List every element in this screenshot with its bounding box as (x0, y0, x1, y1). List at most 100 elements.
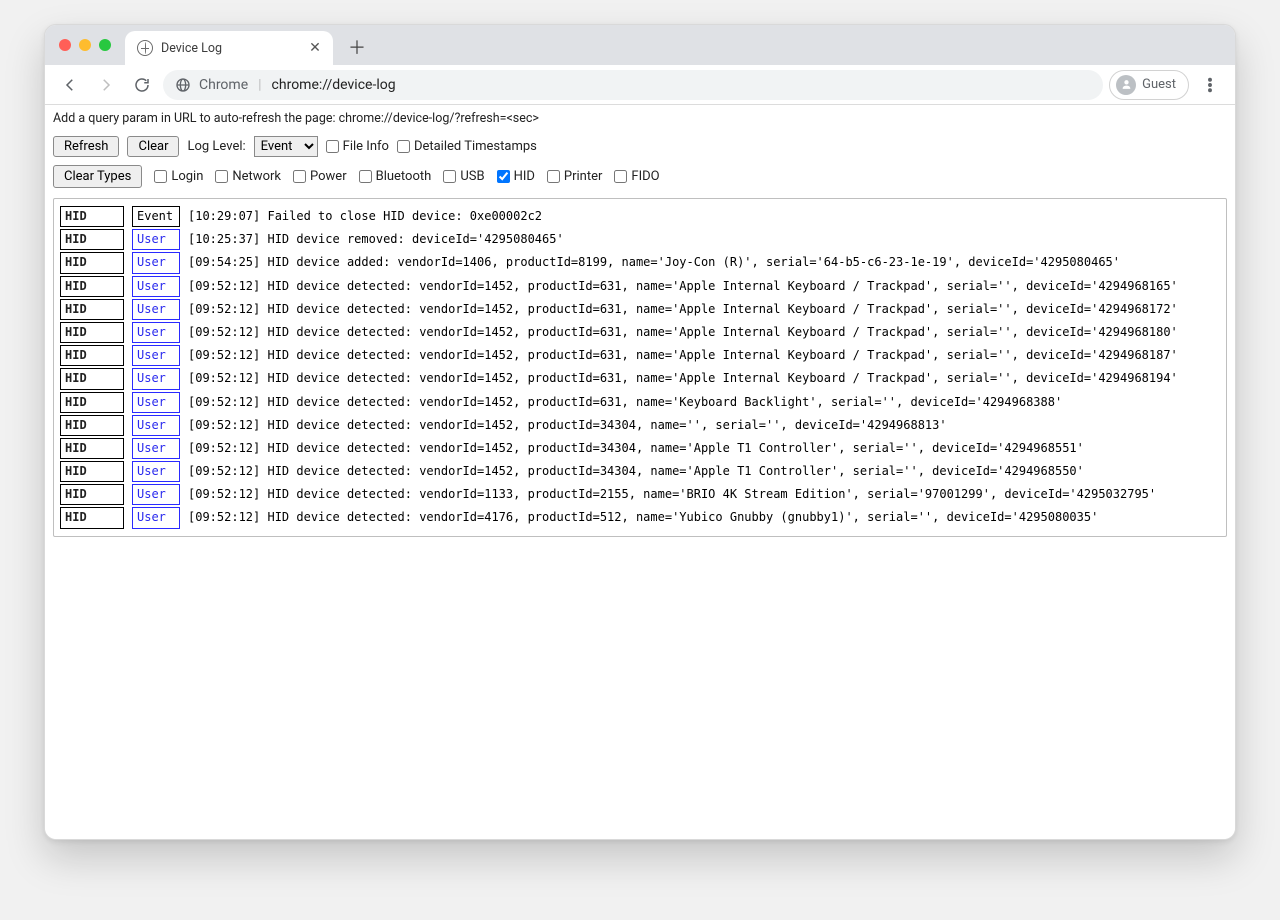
type-toggle-bluetooth[interactable]: Bluetooth (359, 169, 432, 184)
log-tag: HID (60, 206, 124, 227)
refresh-button[interactable]: Refresh (53, 136, 119, 157)
type-toggle-power[interactable]: Power (293, 169, 347, 184)
log-tag: HID (60, 438, 124, 459)
log-tag: HID (60, 276, 124, 297)
type-checkbox-hid[interactable] (497, 170, 510, 183)
log-level: User (132, 322, 180, 343)
type-label: Login (171, 169, 203, 184)
log-row: HIDUser[09:52:12] HID device detected: v… (60, 460, 1220, 483)
log-row: HIDUser[09:52:12] HID device detected: v… (60, 506, 1220, 529)
log-message: Failed to close HID device: 0xe00002c2 (267, 209, 542, 223)
log-message: HID device added: vendorId=1406, product… (267, 255, 1120, 269)
log-text: [10:29:07] Failed to close HID device: 0… (188, 207, 542, 226)
loglevel-label: Log Level: (187, 139, 245, 154)
tab-close-button[interactable]: ✕ (307, 40, 323, 56)
log-row: HIDUser[09:52:12] HID device detected: v… (60, 298, 1220, 321)
page-content: Add a query param in URL to auto-refresh… (45, 105, 1235, 839)
log-timestamp: [09:52:12] (188, 302, 267, 316)
log-level: User (132, 415, 180, 436)
log-tag: HID (60, 415, 124, 436)
type-checkbox-network[interactable] (215, 170, 228, 183)
log-message: HID device detected: vendorId=1452, prod… (267, 371, 1177, 385)
type-toggle-hid[interactable]: HID (497, 169, 535, 184)
log-timestamp: [09:52:12] (188, 325, 267, 339)
log-level: User (132, 276, 180, 297)
clear-types-button[interactable]: Clear Types (53, 165, 142, 188)
kebab-menu-button[interactable] (1195, 70, 1225, 100)
log-text: [09:52:12] HID device detected: vendorId… (188, 485, 1156, 504)
log-tag: HID (60, 229, 124, 250)
type-checkbox-power[interactable] (293, 170, 306, 183)
site-info-icon[interactable] (175, 77, 191, 93)
avatar-icon (1116, 75, 1136, 95)
log-text: [09:52:12] HID device detected: vendorId… (188, 508, 1098, 527)
types-row: Clear Types Login Network Power Bluetooth US… (45, 161, 1235, 196)
type-label: Printer (564, 169, 603, 184)
log-timestamp: [09:52:12] (188, 418, 267, 432)
log-tag: HID (60, 322, 124, 343)
new-tab-button[interactable]: ＋ (343, 33, 371, 61)
url-origin: Chrome (199, 77, 248, 93)
log-row: HIDUser[09:54:25] HID device added: vend… (60, 251, 1220, 274)
back-button[interactable] (55, 70, 85, 100)
log-timestamp: [09:52:12] (188, 464, 267, 478)
log-message: HID device detected: vendorId=1452, prod… (267, 395, 1062, 409)
log-timestamp: [09:52:12] (188, 279, 267, 293)
log-row: HIDUser[09:52:12] HID device detected: v… (60, 414, 1220, 437)
log-message: HID device detected: vendorId=1452, prod… (267, 302, 1177, 316)
type-checkbox-usb[interactable] (443, 170, 456, 183)
window-close-button[interactable] (59, 39, 71, 51)
log-message: HID device detected: vendorId=1452, prod… (267, 325, 1177, 339)
type-label: FIDO (631, 169, 659, 184)
fileinfo-toggle[interactable]: File Info (326, 139, 389, 154)
browser-tab[interactable]: Device Log ✕ (125, 31, 333, 65)
log-text: [09:54:25] HID device added: vendorId=14… (188, 253, 1120, 272)
log-row: HIDUser[09:52:12] HID device detected: v… (60, 483, 1220, 506)
globe-icon (137, 40, 153, 56)
type-label: Power (310, 169, 347, 184)
log-row: HIDUser[09:52:12] HID device detected: v… (60, 344, 1220, 367)
log-text: [09:52:12] HID device detected: vendorId… (188, 323, 1178, 342)
window-zoom-button[interactable] (99, 39, 111, 51)
address-bar[interactable]: Chrome | chrome://device-log (163, 70, 1103, 100)
log-message: HID device removed: deviceId='4295080465… (267, 232, 563, 246)
type-label: Network (232, 169, 281, 184)
type-checkbox-login[interactable] (154, 170, 167, 183)
url-path: chrome://device-log (272, 77, 396, 93)
fileinfo-checkbox[interactable] (326, 140, 339, 153)
type-checkbox-bluetooth[interactable] (359, 170, 372, 183)
profile-button[interactable]: Guest (1109, 70, 1189, 100)
log-timestamp: [09:52:12] (188, 487, 267, 501)
browser-window: Device Log ✕ ＋ Chrome | chrome://d (44, 24, 1236, 840)
log-tag: HID (60, 461, 124, 482)
log-level: User (132, 345, 180, 366)
tab-title: Device Log (161, 41, 299, 56)
type-checkbox-printer[interactable] (547, 170, 560, 183)
reload-button[interactable] (127, 70, 157, 100)
type-toggle-usb[interactable]: USB (443, 169, 484, 184)
log-row: HIDEvent[10:29:07] Failed to close HID d… (60, 205, 1220, 228)
loglevel-select[interactable]: EventUserDebugError (254, 136, 318, 157)
log-level: User (132, 438, 180, 459)
detailed-ts-toggle[interactable]: Detailed Timestamps (397, 139, 537, 154)
type-toggle-fido[interactable]: FIDO (614, 169, 659, 184)
type-toggle-network[interactable]: Network (215, 169, 281, 184)
log-row: HIDUser[10:25:37] HID device removed: de… (60, 228, 1220, 251)
log-text: [09:52:12] HID device detected: vendorId… (188, 300, 1178, 319)
log-level: User (132, 252, 180, 273)
clear-button[interactable]: Clear (127, 136, 179, 157)
type-toggle-login[interactable]: Login (154, 169, 203, 184)
log-timestamp: [09:52:12] (188, 510, 267, 524)
detailed-ts-checkbox[interactable] (397, 140, 410, 153)
type-label: HID (514, 169, 535, 184)
log-row: HIDUser[09:52:12] HID device detected: v… (60, 367, 1220, 390)
type-label: Bluetooth (376, 169, 432, 184)
log-text: [09:52:12] HID device detected: vendorId… (188, 277, 1178, 296)
type-toggle-printer[interactable]: Printer (547, 169, 603, 184)
url-separator: | (256, 77, 263, 93)
forward-button[interactable] (91, 70, 121, 100)
log-text: [09:52:12] HID device detected: vendorId… (188, 439, 1084, 458)
window-controls (59, 25, 125, 65)
type-checkbox-fido[interactable] (614, 170, 627, 183)
window-minimize-button[interactable] (79, 39, 91, 51)
